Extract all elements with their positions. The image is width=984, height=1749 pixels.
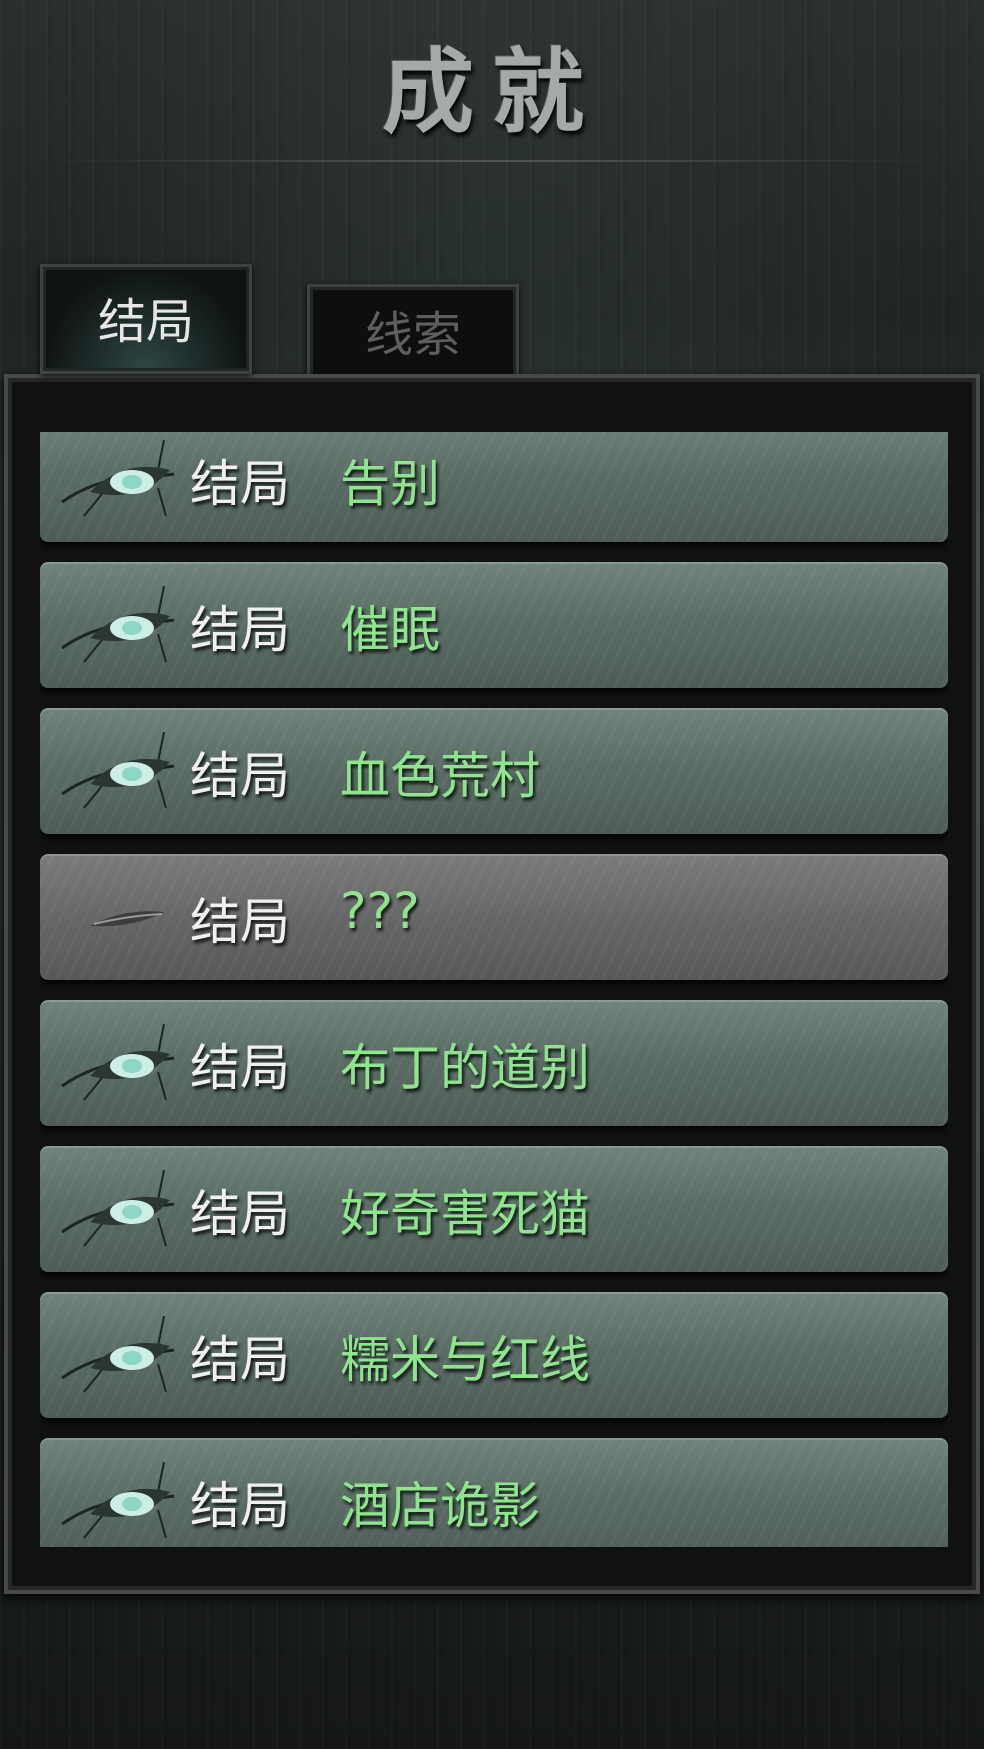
ending-row[interactable]: 结局 好奇害死猫 [40, 1146, 948, 1272]
ending-prefix: 结局 [190, 601, 290, 659]
ending-row-locked[interactable]: 结局 ??? [40, 854, 948, 980]
ending-name: 催眠 [340, 601, 440, 659]
ending-prefix: 结局 [190, 1185, 290, 1243]
ending-name: 酒店诡影 [340, 1477, 540, 1535]
ending-prefix: 结局 [190, 893, 290, 951]
ending-prefix: 结局 [190, 455, 290, 513]
ending-row[interactable]: 结局 催眠 [40, 562, 948, 688]
tab-clues[interactable]: 线索 [307, 284, 519, 380]
ending-name: 好奇害死猫 [340, 1185, 590, 1243]
ending-name: 血色荒村 [340, 747, 540, 805]
ending-prefix: 结局 [190, 1039, 290, 1097]
ending-prefix: 结局 [190, 1331, 290, 1389]
ending-row[interactable]: 结局 糯米与红线 [40, 1292, 948, 1418]
ending-row[interactable]: 结局 酒店诡影 [40, 1438, 948, 1547]
ending-name: ??? [340, 882, 420, 940]
endings-list[interactable]: 结局 告别 结局 催眠 结局 血色荒村 结局 ??? 结局 布丁的道别 结局 好… [40, 432, 948, 1547]
title-divider [40, 160, 944, 162]
ending-prefix: 结局 [190, 1477, 290, 1535]
page-title: 成就 [381, 39, 602, 146]
tab-endings[interactable]: 结局 [40, 264, 252, 374]
ending-row[interactable]: 结局 告别 [40, 432, 948, 542]
ending-name: 布丁的道别 [340, 1039, 590, 1097]
ending-name: 告别 [340, 455, 440, 513]
ending-name: 糯米与红线 [340, 1331, 590, 1389]
ending-row[interactable]: 结局 布丁的道别 [40, 1000, 948, 1126]
ending-prefix: 结局 [190, 747, 290, 805]
ending-row[interactable]: 结局 血色荒村 [40, 708, 948, 834]
